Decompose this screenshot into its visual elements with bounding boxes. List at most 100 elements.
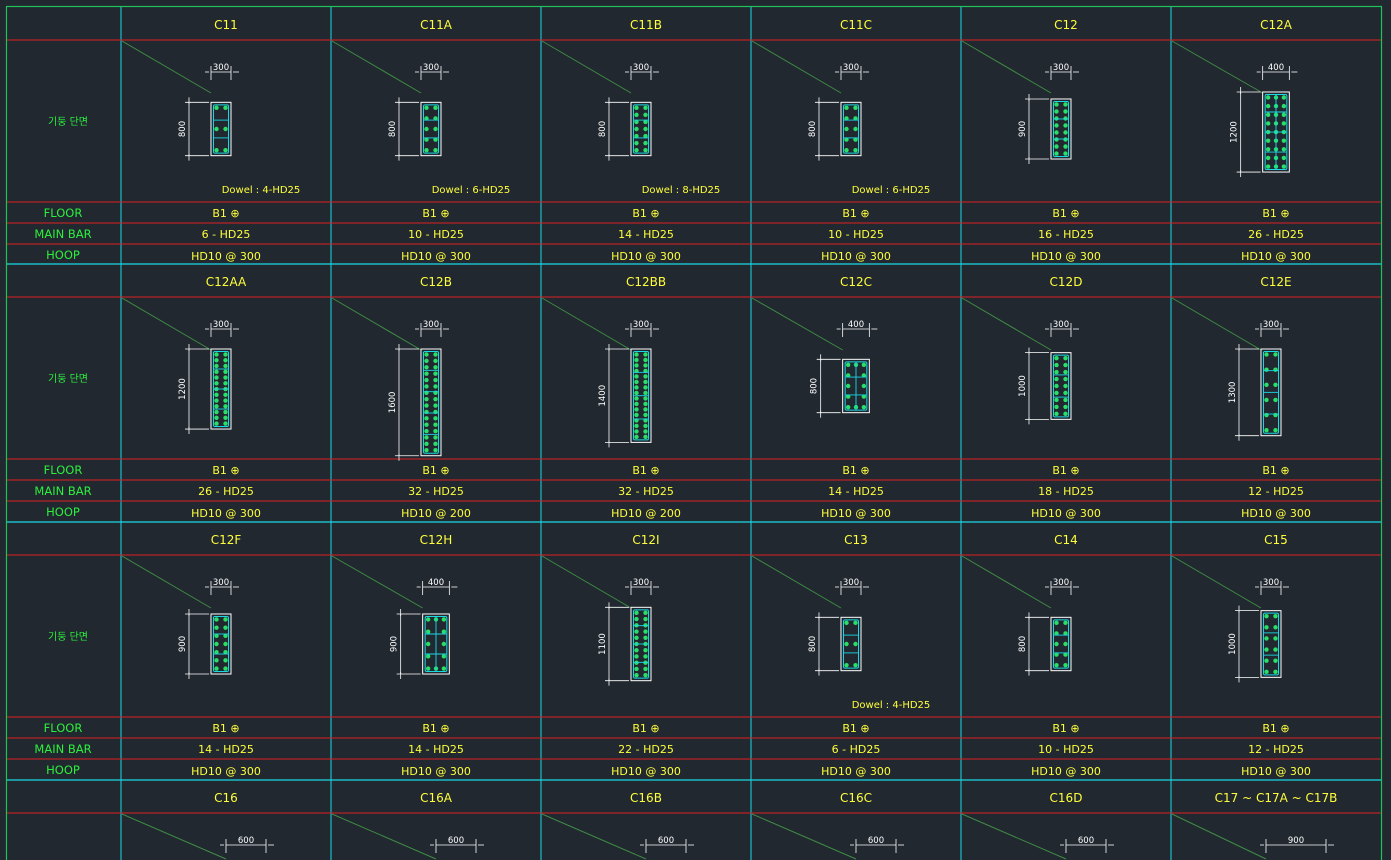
rebar-dot <box>861 404 867 410</box>
column-schedule-drawing[interactable]: 기둥 단면 FLOOR MAIN BAR HOOP C11 300 800 Dowel : 4… <box>0 0 1391 860</box>
schedule-band: 기둥 단면 FLOOR MAIN BAR HOOP C11 300 800 Dowel : 4… <box>7 18 1381 263</box>
rebar-dot <box>1273 412 1278 418</box>
floor-value: B1 ⊕ <box>1052 722 1079 735</box>
column-name: C12E <box>1260 275 1291 289</box>
rebar-dot <box>214 381 219 386</box>
rebar-dot <box>643 412 648 418</box>
leader-line <box>1171 555 1262 609</box>
column-name: C11A <box>420 18 453 32</box>
column-cell[interactable]: C12E 300 1300 B1 ⊕ 12 - HD25 HD10 @ 300 <box>1171 275 1311 520</box>
rebar-dot <box>643 423 648 429</box>
main-bar-value: 14 - HD25 <box>828 485 884 498</box>
rebar-dot <box>214 126 219 132</box>
rebar-dot <box>433 422 438 427</box>
rebar-dot <box>214 392 219 397</box>
column-cell[interactable]: C16D 600 <box>961 791 1115 860</box>
hoop-value: HD10 @ 300 <box>401 765 471 778</box>
rebar-dot <box>441 654 447 659</box>
column-cell[interactable]: C11B 300 800 Dowel : 8-HD25 B1 ⊕ 14 - HD25 HD1… <box>541 18 720 263</box>
width-dimension: 300 <box>843 63 859 73</box>
rebar-dot <box>214 415 219 420</box>
rebar-dot <box>1281 164 1287 169</box>
rebar-dot <box>634 396 639 401</box>
rebar-dot <box>1264 352 1269 357</box>
width-dimension: 600 <box>1078 836 1094 846</box>
floor-value: B1 ⊕ <box>212 464 239 477</box>
rebar-dot <box>1054 620 1059 626</box>
column-cell[interactable]: C12I 300 1100 B1 ⊕ 22 - HD25 HD10 @ 300 <box>541 533 681 778</box>
column-cell[interactable]: C16A 600 <box>331 791 485 860</box>
leader-line <box>961 40 1052 94</box>
column-cell[interactable]: C15 300 1000 B1 ⊕ 12 - HD25 HD10 @ 300 <box>1171 533 1311 778</box>
column-cell[interactable]: C14 300 800 B1 ⊕ 10 - HD25 HD10 @ 300 <box>961 533 1101 778</box>
column-cell[interactable]: C17 ~ C17A ~ C17B 900 <box>1171 791 1337 860</box>
rebar-dot <box>1054 411 1059 417</box>
column-outline <box>1050 616 1072 672</box>
column-cell[interactable]: C12 300 900 B1 ⊕ 16 - HD25 HD10 @ 300 <box>961 18 1101 263</box>
rebar-dot <box>1273 613 1278 619</box>
rebar-dot <box>1063 383 1068 389</box>
section-row-label: 기둥 단면 <box>48 631 88 643</box>
column-cell[interactable]: C12F 300 900 B1 ⊕ 14 - HD25 HD10 @ 300 <box>121 533 261 778</box>
column-cell[interactable]: C11 300 800 Dowel : 4-HD25 B1 ⊕ 6 - HD25 HD10 … <box>121 18 300 263</box>
column-cell[interactable]: C11A 300 800 Dowel : 6-HD25 B1 ⊕ 10 - HD25 HD1… <box>331 18 510 263</box>
rebar-dot <box>214 363 219 369</box>
hoop-value: HD10 @ 200 <box>401 507 471 520</box>
column-cell[interactable]: C16C 600 <box>751 791 905 860</box>
rebar-dot <box>634 385 639 390</box>
rebar-dot <box>643 429 648 434</box>
rebar-dot <box>433 377 438 383</box>
rebar-dot <box>1273 382 1278 387</box>
column-cell[interactable]: C16B 600 <box>541 791 695 860</box>
column-cell[interactable]: C13 300 800 Dowel : 4-HD25 B1 ⊕ 6 - HD25 HD10 … <box>751 533 930 778</box>
rebar-dot <box>643 352 648 357</box>
column-name: C16B <box>630 791 662 805</box>
rebar-dot <box>214 358 219 363</box>
hoop-value: HD10 @ 200 <box>611 507 681 520</box>
rebar-dot <box>1273 669 1278 675</box>
rebar-dot <box>643 112 648 118</box>
height-dimension: 800 <box>810 378 820 394</box>
column-cell[interactable]: C12D 300 1000 B1 ⊕ 18 - HD25 HD10 @ 300 <box>961 275 1101 520</box>
column-cell[interactable]: C12AA 300 1200 B1 ⊕ 26 - HD25 HD10 @ 300 <box>121 275 261 520</box>
hoop-value: HD10 @ 300 <box>611 250 681 263</box>
rebar-dot <box>1054 137 1059 142</box>
rebar-dot <box>1054 390 1059 396</box>
column-cell[interactable]: C12H 400 900 B1 ⊕ 14 - HD25 HD10 @ 300 <box>331 533 471 778</box>
rebar-dot <box>1281 112 1287 117</box>
rebar-dot <box>1054 355 1059 361</box>
rebar-dot <box>1264 647 1269 652</box>
column-cell[interactable]: C12A 400 1200 B1 ⊕ 26 - HD25 HD10 @ 300 <box>1171 18 1311 263</box>
column-cell[interactable]: C12BB 300 1400 B1 ⊕ 32 - HD25 HD10 @ 200 <box>541 275 681 520</box>
rebar-dot <box>1265 138 1271 143</box>
rebar-dot <box>634 434 639 440</box>
floor-value: B1 ⊕ <box>422 464 449 477</box>
rebar-dot <box>1264 397 1269 403</box>
column-cell[interactable]: C12B 300 1600 B1 ⊕ 32 - HD25 HD10 @ 200 <box>331 275 471 520</box>
rebar-dot <box>1063 404 1068 410</box>
rebar-dot <box>214 404 219 409</box>
rebar-dot <box>433 371 438 376</box>
height-dimension: 800 <box>598 121 608 137</box>
rebar-dot <box>424 403 429 408</box>
column-cell[interactable]: C11C 300 800 Dowel : 6-HD25 B1 ⊕ 10 - HD25 HD1… <box>751 18 931 263</box>
floor-value: B1 ⊕ <box>1052 464 1079 477</box>
rebar-dot <box>425 654 431 659</box>
floor-row-label: FLOOR <box>44 206 83 220</box>
rebar-dot <box>425 641 431 647</box>
rebar-dot <box>1281 121 1287 126</box>
rebar-dot <box>433 384 438 389</box>
rebar-dot <box>1264 625 1269 630</box>
width-dimension: 300 <box>843 578 859 588</box>
schedule-band: C16 600 C16A 600 C16B 600 C16C 600 C16D 600 C17 ~ … <box>7 779 1381 860</box>
dowel-note: Dowel : 6-HD25 <box>852 185 931 196</box>
column-outline <box>1260 610 1282 678</box>
rebar-dot <box>214 147 219 153</box>
rebar-dot <box>424 365 429 370</box>
column-cell[interactable]: C12C 400 800 B1 ⊕ 14 - HD25 HD10 @ 300 <box>751 275 891 520</box>
main-bar-value: 14 - HD25 <box>618 228 674 241</box>
rebar-dot <box>1054 130 1059 135</box>
rebar-dot <box>1054 641 1059 647</box>
rebar-dot <box>424 358 429 364</box>
column-cell[interactable]: C16 600 <box>121 791 275 860</box>
